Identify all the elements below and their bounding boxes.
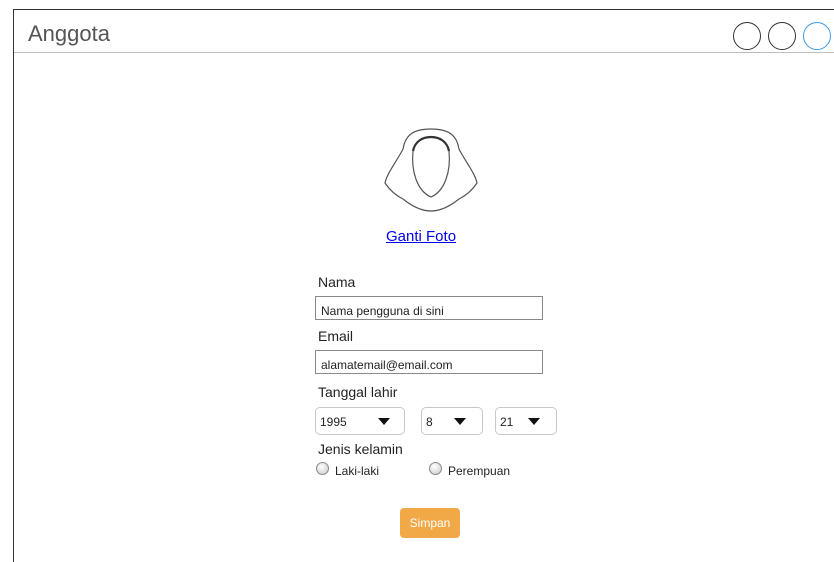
chevron-down-icon bbox=[454, 418, 466, 425]
chevron-down-icon bbox=[378, 418, 390, 425]
save-button[interactable]: Simpan bbox=[400, 508, 460, 538]
title-bar: Anggota bbox=[14, 10, 834, 53]
email-field[interactable]: alamatemail@email.com bbox=[315, 350, 543, 374]
birth-day-select[interactable]: 21 bbox=[495, 407, 557, 435]
radio-button[interactable] bbox=[429, 462, 442, 475]
window-title: Anggota bbox=[28, 21, 110, 46]
email-label: Email bbox=[318, 328, 354, 344]
radio-button[interactable] bbox=[316, 462, 329, 475]
app-window: Anggota Ganti Foto Nama Nama pengguna di… bbox=[13, 9, 834, 562]
birth-year-select[interactable]: 1995 bbox=[315, 407, 405, 435]
gender-option-female[interactable]: Perempuan bbox=[429, 462, 539, 478]
change-photo-link[interactable]: Ganti Foto bbox=[386, 228, 456, 245]
birth-year-value: 1995 bbox=[320, 415, 347, 429]
gender-option-label: Perempuan bbox=[448, 464, 511, 478]
birth-month-select[interactable]: 8 bbox=[421, 407, 483, 435]
restore-button[interactable] bbox=[768, 22, 796, 50]
minimize-button[interactable] bbox=[733, 22, 761, 50]
name-field[interactable]: Nama pengguna di sini bbox=[315, 296, 543, 320]
birth-month-value: 8 bbox=[426, 415, 433, 429]
maximize-button[interactable] bbox=[803, 22, 831, 50]
birthdate-label: Tanggal lahir bbox=[318, 384, 398, 400]
gender-option-label: Laki-laki bbox=[335, 464, 380, 478]
name-label: Nama bbox=[318, 274, 356, 290]
chevron-down-icon bbox=[528, 418, 540, 425]
avatar-placeholder-icon bbox=[384, 128, 478, 212]
gender-option-male[interactable]: Laki-laki bbox=[316, 462, 406, 478]
birth-day-value: 21 bbox=[500, 415, 514, 429]
gender-label: Jenis kelamin bbox=[318, 441, 403, 457]
